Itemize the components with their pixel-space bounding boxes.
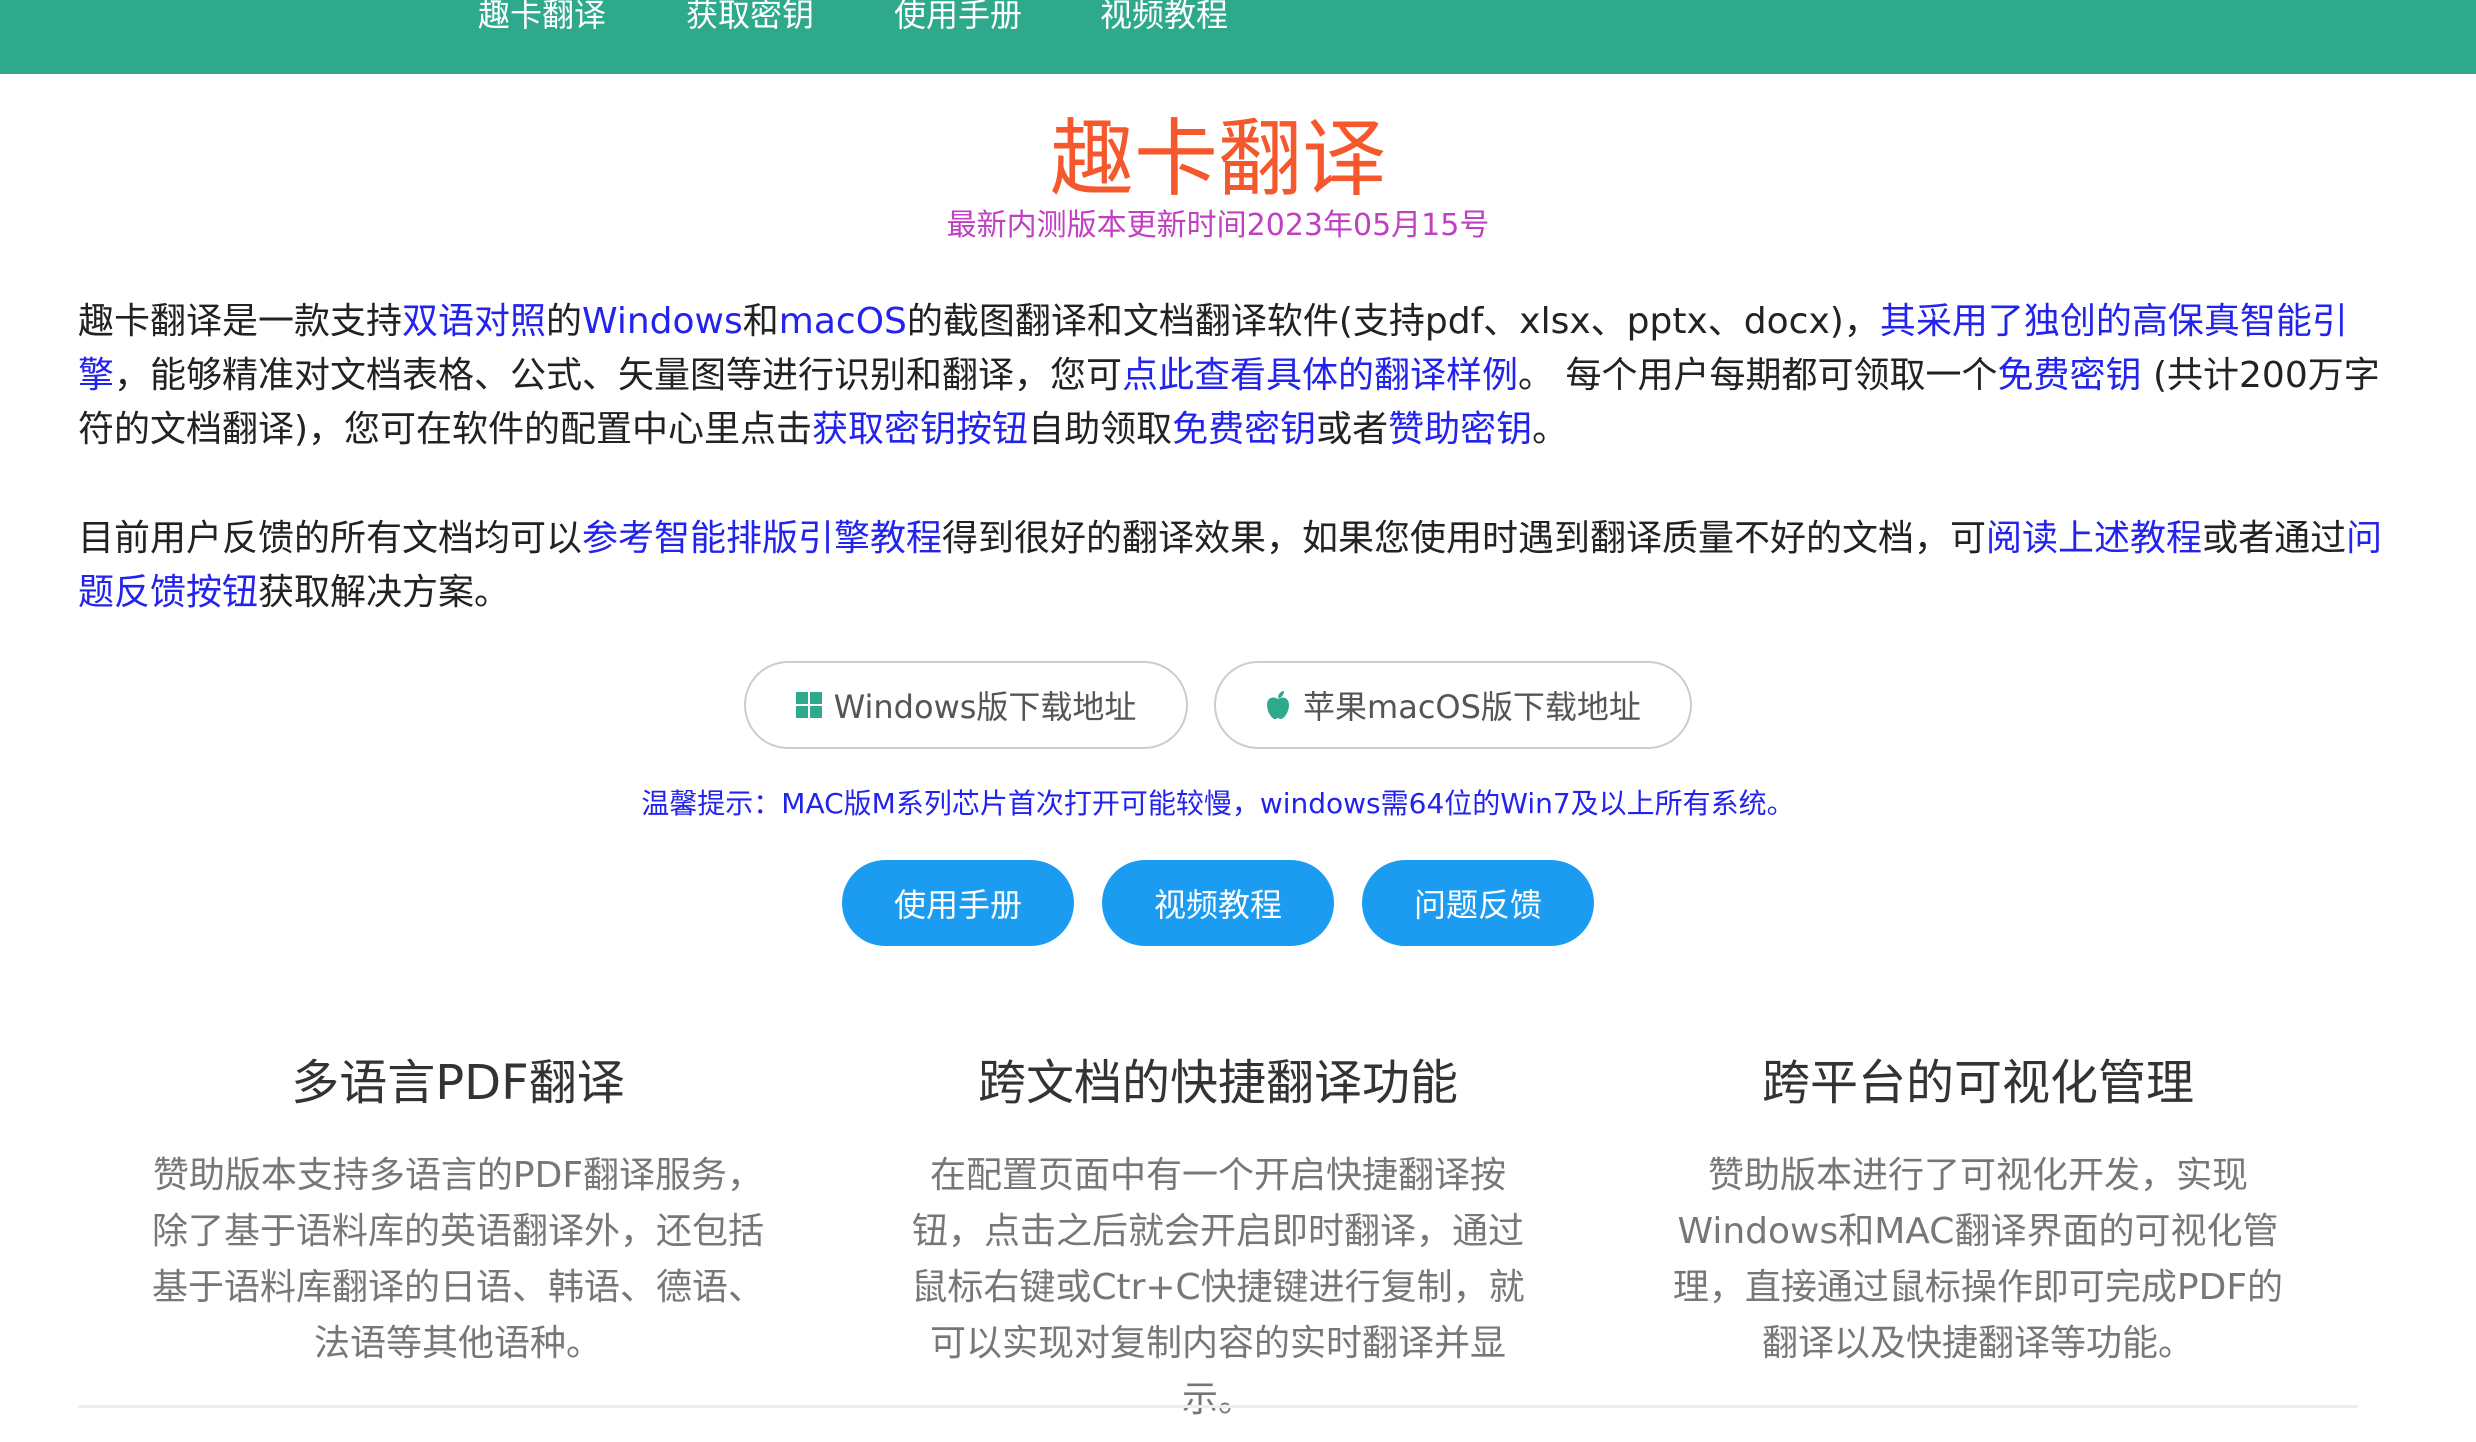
link-free-key[interactable]: 免费密钥 [1998,355,2142,396]
feature-description: 在配置页面中有一个开启快捷翻译按钮，点击之后就会开启即时翻译，通过鼠标右键或Ct… [911,1155,1525,1420]
feedback-text: 得到很好的翻译效果，如果您使用时遇到翻译质量不好的文档，可 [942,518,1987,559]
video-tutorial-button[interactable]: 视频教程 [1102,860,1334,946]
page-title: 趣卡翻译 [1049,110,1386,208]
update-time-subtitle: 最新内测版本更新时间2023年05月15号 [946,208,1490,243]
link-free-key-2[interactable]: 免费密钥 [1172,409,1316,450]
link-read-tutorial[interactable]: 阅读上述教程 [1986,518,2202,559]
feedback-button[interactable]: 问题反馈 [1362,860,1594,946]
intro-text: 趣卡翻译是一款支持 [78,301,403,342]
feedback-paragraph: 目前用户反馈的所有文档均可以参考智能排版引擎教程得到很好的翻译效果，如果您使用时… [78,512,2398,620]
manual-button[interactable]: 使用手册 [842,860,1074,946]
feature-title: 跨平台的可视化管理 [1761,1055,2194,1111]
mac-download-button[interactable]: 苹果macOS版下载地址 [1214,661,1692,749]
nav-item-manual[interactable]: 使用手册 [894,0,1022,36]
feature-card-quick-translate: 跨文档的快捷翻译功能 在配置页面中有一个开启快捷翻译按钮，点击之后就会开启即时翻… [878,1048,1558,1428]
feedback-text: 目前用户反馈的所有文档均可以 [78,518,583,559]
intro-text: 和 [742,301,779,342]
intro-text: 的截图翻译和文档翻译软件(支持pdf、xlsx、pptx、docx)， [906,301,1880,342]
intro-text: 自助领取 [1028,409,1173,450]
feedback-text: 获取解决方案。 [258,572,511,613]
windows-download-label: Windows版下载地址 [833,688,1137,726]
intro-text: 或者 [1316,409,1389,450]
link-bilingual[interactable]: 双语对照 [402,301,546,342]
link-samples[interactable]: 点此查看具体的翻译样例 [1122,355,1518,396]
feature-card-pdf: 多语言PDF翻译 赞助版本支持多语言的PDF翻译服务，除了基于语料库的英语翻译外… [118,1048,798,1372]
nav-item-video[interactable]: 视频教程 [1100,0,1228,36]
section-divider [78,1405,2358,1408]
link-windows[interactable]: Windows [582,301,743,342]
windows-download-button[interactable]: Windows版下载地址 [744,661,1188,749]
feature-description: 赞助版本支持多语言的PDF翻译服务，除了基于语料库的英语翻译外，还包括基于语料库… [151,1155,764,1364]
link-macos[interactable]: macOS [779,301,907,342]
intro-text: 的 [546,301,583,342]
feature-description: 赞助版本进行了可视化开发，实现Windows和MAC翻译界面的可视化管理，直接通… [1672,1155,2284,1364]
link-sponsor-key[interactable]: 赞助密钥 [1388,409,1532,450]
feedback-text: 或者通过 [2202,518,2347,559]
link-get-key-button[interactable]: 获取密钥按钮 [812,409,1028,450]
windows-logo-icon [795,692,822,718]
feature-title: 跨文档的快捷翻译功能 [977,1055,1458,1111]
link-layout-tutorial[interactable]: 参考智能排版引擎教程 [582,518,942,559]
feature-card-visual-management: 跨平台的可视化管理 赞助版本进行了可视化开发，实现Windows和MAC翻译界面… [1638,1048,2318,1372]
nav-item-get-key[interactable]: 获取密钥 [686,0,814,36]
top-nav-bar: 趣卡翻译 获取密钥 使用手册 视频教程 [0,0,2476,74]
intro-text: 。 每个用户每期都可领取一个 [1518,355,1998,396]
intro-text: ，能够精准对文档表格、公式、矢量图等进行识别和翻译，您可 [114,355,1123,396]
mac-download-label: 苹果macOS版下载地址 [1303,688,1641,726]
intro-paragraph: 趣卡翻译是一款支持双语对照的Windows和macOS的截图翻译和文档翻译软件(… [78,295,2398,457]
intro-text: 。 [1532,409,1569,450]
nav-item-quka[interactable]: 趣卡翻译 [478,0,606,36]
system-tip: 温馨提示：MAC版M系列芯片首次打开可能较慢，windows需64位的Win7及… [641,787,1795,820]
feature-title: 多语言PDF翻译 [291,1055,625,1111]
apple-logo-icon [1267,691,1290,719]
